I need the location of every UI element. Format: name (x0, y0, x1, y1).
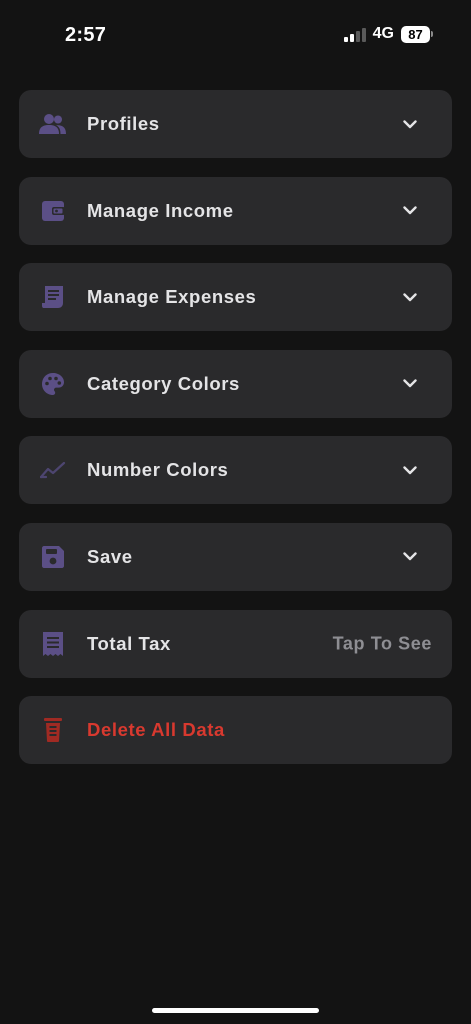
manage-income-label: Manage Income (87, 199, 234, 221)
status-indicators: 4G 87 (343, 25, 433, 43)
people-icon (39, 110, 67, 138)
network-type: 4G (372, 25, 394, 42)
chevron-down-icon (402, 549, 418, 565)
chevron-down-icon (402, 203, 418, 219)
delete-icon (39, 716, 67, 744)
manage-expenses-row[interactable]: Manage Expenses (19, 263, 452, 332)
battery-level: 87 (401, 25, 430, 43)
manage-income-row[interactable]: Manage Income (19, 176, 452, 245)
delete-all-data-label: Delete All Data (87, 719, 225, 741)
tax-receipt-icon (39, 630, 67, 658)
profiles-label: Profiles (87, 113, 160, 134)
battery-icon: 87 (401, 25, 433, 43)
status-time: 2:57 (65, 24, 107, 46)
signal-strength-icon (343, 27, 366, 42)
home-indicator[interactable] (152, 1008, 319, 1013)
number-colors-label: Number Colors (87, 459, 229, 481)
category-colors-label: Category Colors (87, 372, 240, 394)
profiles-row[interactable]: Profiles (19, 90, 452, 158)
total-tax-label: Total Tax (87, 632, 171, 654)
manage-expenses-label: Manage Expenses (87, 286, 257, 308)
chevron-down-icon (402, 289, 418, 305)
save-label: Save (87, 545, 133, 567)
trending-line-icon (39, 456, 67, 484)
receipt-icon (39, 283, 67, 311)
chevron-down-icon (402, 116, 418, 132)
total-tax-row[interactable]: Total Tax Tap To See (19, 609, 452, 678)
category-colors-row[interactable]: Category Colors (19, 349, 452, 418)
palette-icon (39, 370, 67, 398)
tap-to-see-link[interactable]: Tap To See (333, 633, 432, 654)
wallet-icon (39, 197, 67, 225)
status-bar: 2:57 4G 87 (0, 0, 471, 70)
delete-all-data-button[interactable]: Delete All Data (19, 696, 452, 765)
chevron-down-icon (402, 462, 418, 478)
save-row[interactable]: Save (19, 522, 452, 591)
chevron-down-icon (402, 376, 418, 392)
save-icon (39, 543, 67, 571)
settings-menu: Profiles Manage Income Manage Expenses C… (19, 90, 452, 783)
number-colors-row[interactable]: Number Colors (19, 436, 452, 505)
